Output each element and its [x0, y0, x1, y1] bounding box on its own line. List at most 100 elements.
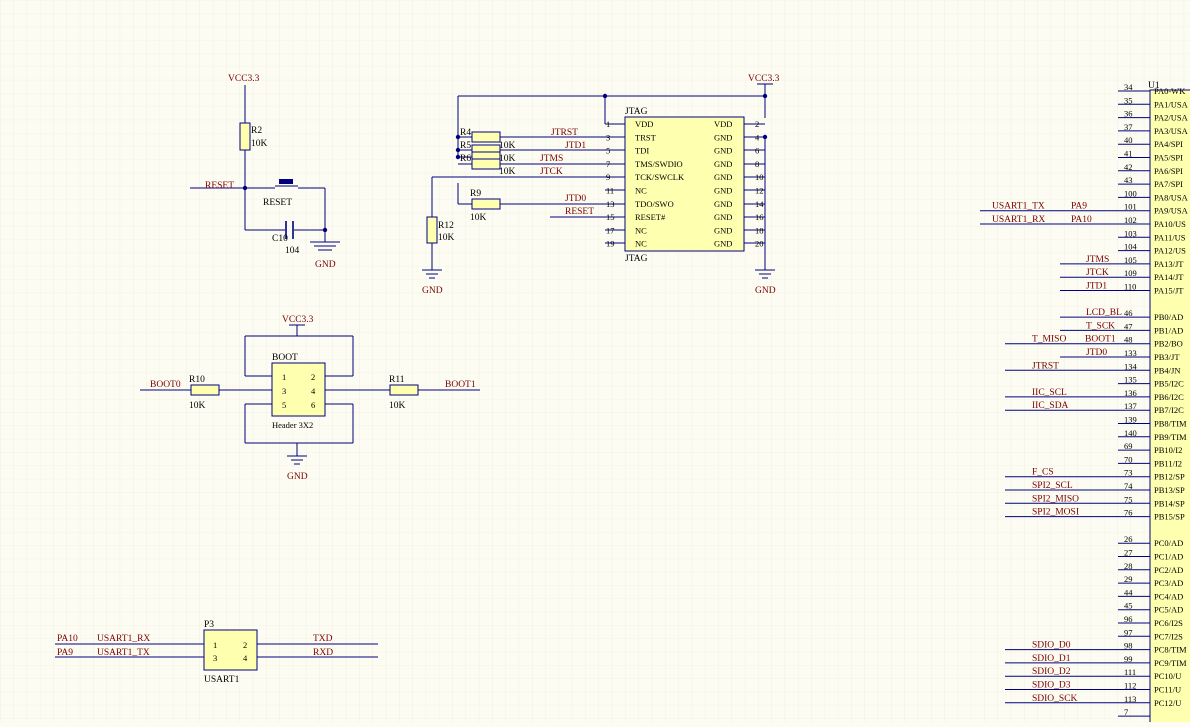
u1-net-label: SPI2_MISO — [1032, 494, 1079, 504]
r10-resistor[interactable] — [190, 384, 220, 396]
u1-pin-name: PC11/U — [1154, 685, 1181, 695]
r4-resistor[interactable] — [471, 131, 501, 143]
gnd-label: GND — [287, 472, 308, 482]
u1-pin-num: 97 — [1124, 627, 1133, 637]
u1-pin-num: 111 — [1124, 667, 1136, 677]
u1-net-label: SDIO_D3 — [1032, 681, 1071, 691]
u1-pin-num: 136 — [1124, 388, 1137, 398]
r12-resistor[interactable] — [426, 216, 438, 244]
gnd-label: GND — [422, 286, 443, 296]
r5-value: 10K — [499, 141, 516, 151]
u1-port-label: BOOT1 — [1085, 335, 1116, 345]
jtag-pin-name: GND — [714, 132, 732, 142]
u1-net-label: IIC_SCL — [1032, 388, 1067, 398]
jtag-pin-num: 5 — [606, 146, 610, 156]
r12-value: 10K — [438, 233, 455, 243]
u1-pin-name: PB3/JT — [1154, 352, 1180, 362]
u1-pin-num: 42 — [1124, 162, 1133, 172]
r11-resistor[interactable] — [389, 384, 419, 396]
u1-pin-name: PA10/US — [1154, 219, 1186, 229]
boot-pin-5: 5 — [282, 400, 286, 410]
c10-ref: C10 — [272, 234, 288, 244]
u1-pin-num: 48 — [1124, 335, 1133, 345]
r9-value: 10K — [470, 213, 487, 223]
u1-pin-num: 104 — [1124, 242, 1138, 252]
u1-pin-name: PB13/SP — [1154, 485, 1185, 495]
boot-footer: Header 3X2 — [272, 420, 313, 430]
junction — [242, 185, 248, 191]
u1-pin-num: 43 — [1124, 175, 1133, 185]
jtag-pin-num: 2 — [755, 119, 759, 129]
jtag-pin-name: TRST — [635, 132, 657, 142]
u1-pin-name: PC0/AD — [1154, 538, 1183, 548]
r9-resistor[interactable] — [471, 198, 501, 210]
p3-pin-3: 3 — [213, 653, 217, 663]
r7-resistor[interactable] — [471, 158, 501, 170]
u1-port-label: PA10 — [1071, 215, 1092, 225]
jtag-pin-num: 20 — [755, 239, 764, 249]
r2-value: 10K — [251, 139, 268, 149]
r10-ref: R10 — [189, 375, 205, 385]
u1-pin-name: PB6/I2C — [1154, 392, 1184, 402]
u1-pin-num: 105 — [1124, 255, 1137, 265]
r2-ref: R2 — [251, 126, 262, 136]
boot-header[interactable] — [271, 362, 326, 417]
reset-button[interactable] — [279, 179, 293, 184]
jtag-pin-num: 16 — [755, 212, 764, 222]
boot-pin-6: 6 — [311, 400, 315, 410]
u1-pin-name: PA15/JT — [1154, 286, 1184, 296]
jtag-pin-num: 11 — [606, 186, 614, 196]
u1-net-label: SDIO_D2 — [1032, 667, 1071, 677]
u1-pin-name: PB9/TIM — [1154, 432, 1187, 442]
u1-pin-num: 40 — [1124, 135, 1133, 145]
r6-ref: R6 — [460, 154, 471, 164]
jtag-pin-num: 12 — [755, 186, 764, 196]
jtag-pin-name: NC — [635, 186, 647, 196]
jtag-pin-num: 18 — [755, 225, 764, 235]
jtag-pin-name: GND — [714, 172, 732, 182]
u1-pin-num: 74 — [1124, 481, 1133, 491]
jtag-pin-num: 7 — [606, 159, 610, 169]
u1-pin-num: 137 — [1124, 401, 1137, 411]
boot-ref: BOOT — [272, 353, 298, 363]
u1-pin-name: PA1/USA — [1154, 99, 1189, 109]
junction — [322, 227, 328, 233]
u1-pin-num: 28 — [1124, 561, 1133, 571]
usart1-header[interactable] — [203, 629, 258, 671]
u1-pin-name: PA4/SPI — [1154, 139, 1183, 149]
u1-net-label: SDIO_D0 — [1032, 641, 1071, 651]
u1-pin-num: 7 — [1124, 707, 1128, 717]
u1-pin-num: 96 — [1124, 614, 1133, 624]
vcc-label: VCC3.3 — [282, 315, 314, 325]
junction — [602, 93, 608, 99]
u1-pin-name: PB1/AD — [1154, 325, 1183, 335]
u1-pin-name: PC5/AD — [1154, 605, 1183, 615]
u1-pin-name: PB0/AD — [1154, 312, 1183, 322]
jtck-net: JTCK — [540, 167, 563, 177]
u1-pin-num: 112 — [1124, 681, 1136, 691]
jtag-pin-name: TMS/SWDIO — [635, 159, 683, 169]
junction — [762, 134, 768, 140]
u1-pin-name: PC2/AD — [1154, 565, 1183, 575]
p3-pin-2: 2 — [243, 640, 247, 650]
grid-background — [0, 0, 1190, 722]
u1-pin-name: PB5/I2C — [1154, 379, 1184, 389]
jtag-pin-name: RESET# — [635, 212, 666, 222]
u1-pin-num: 99 — [1124, 654, 1133, 664]
schematic-canvas[interactable]: VCC3.3 R2 10K RESET RESET C10 104 GND R4… — [0, 0, 1190, 727]
u1-pin-name: PC1/AD — [1154, 552, 1183, 562]
u1-pin-name: PA8/USA — [1154, 192, 1189, 202]
r12-ref: R12 — [438, 221, 454, 231]
pa10-port: PA10 — [57, 634, 78, 644]
jtag-pin-name: VDD — [714, 119, 732, 129]
jtag-pin-name: TDO/SWO — [635, 199, 674, 209]
r9-ref: R9 — [470, 189, 481, 199]
u1-pin-name: PA11/US — [1154, 232, 1186, 242]
gnd-label: GND — [755, 286, 776, 296]
u1-pin-name: PB14/SP — [1154, 498, 1185, 508]
c10-value: 104 — [285, 246, 300, 256]
jtd0-net: JTD0 — [565, 194, 586, 204]
r2-resistor[interactable] — [239, 122, 251, 151]
r6-value: 10K — [499, 154, 516, 164]
jtag-ref: JTAG — [625, 107, 648, 117]
